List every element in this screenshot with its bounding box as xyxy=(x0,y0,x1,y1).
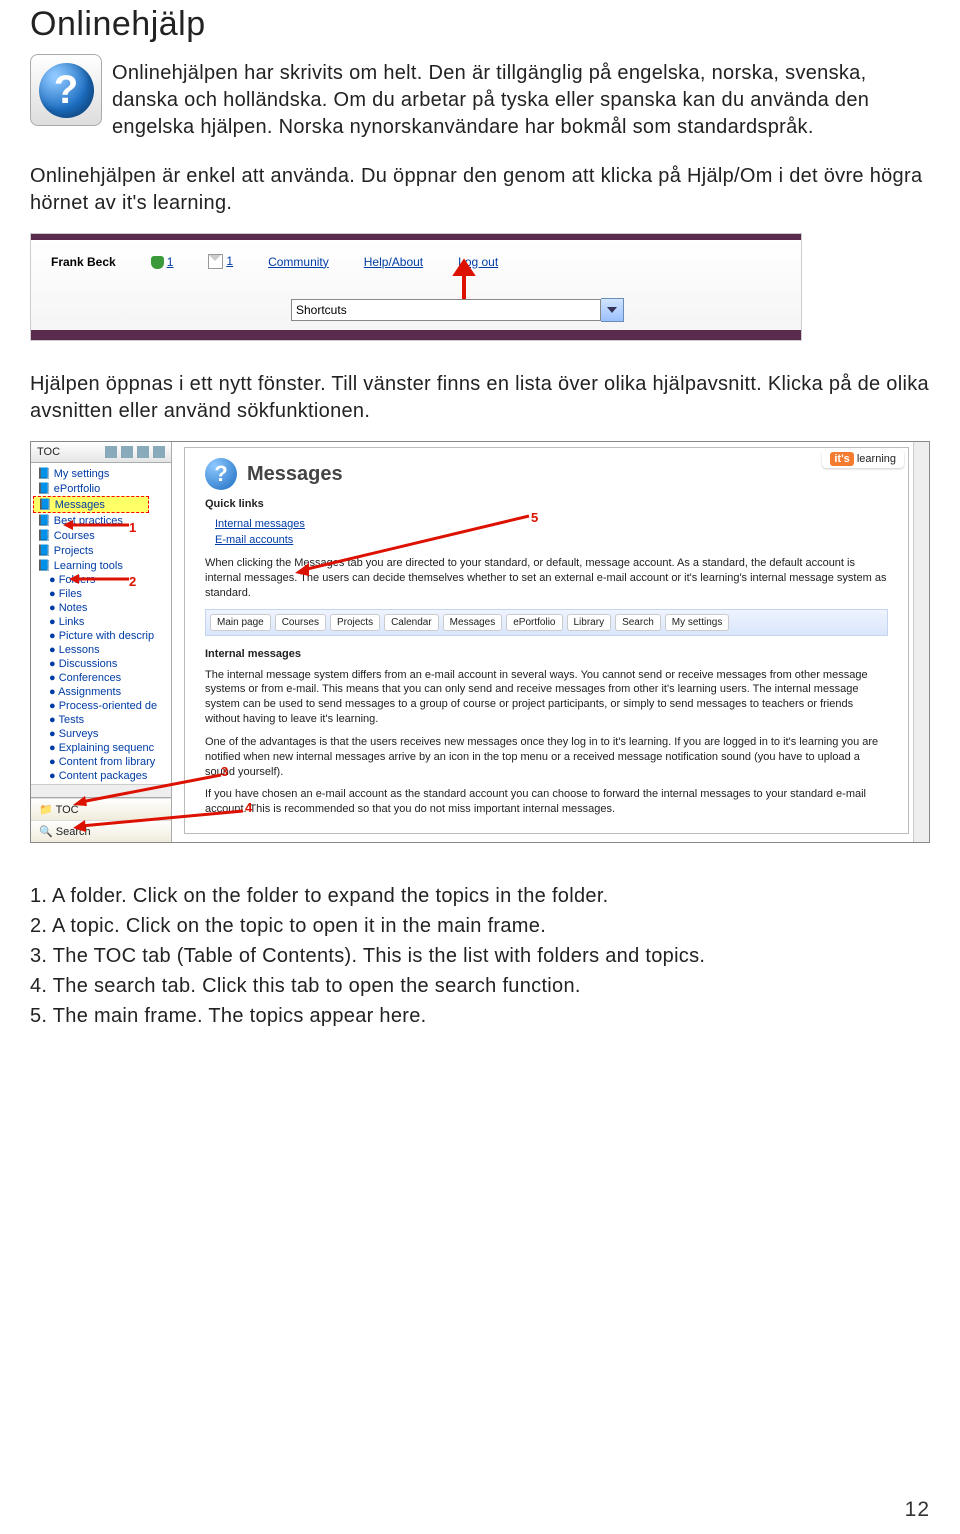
toc-item[interactable]: ● Process-oriented de xyxy=(33,699,169,713)
toc-tool-icon[interactable] xyxy=(137,446,149,458)
intro-paragraph-2: Onlinehjälpen är enkel att använda. Du ö… xyxy=(30,163,930,217)
user-name: Frank Beck xyxy=(51,255,116,269)
toc-item[interactable]: 📘 Courses xyxy=(33,528,169,543)
toc-tool-icon[interactable] xyxy=(153,446,165,458)
tabstrip: Main pageCoursesProjectsCalendarMessages… xyxy=(205,609,888,636)
content-tab[interactable]: Search xyxy=(615,614,661,631)
toc-tool-icon[interactable] xyxy=(105,446,117,458)
toc-item[interactable]: 📘 Learning tools xyxy=(33,558,169,573)
annotation-number: 4 xyxy=(245,800,252,815)
quick-links-label: Quick links xyxy=(205,498,888,510)
paragraph-3: Hjälpen öppnas i ett nytt fönster. Till … xyxy=(30,371,930,425)
section-heading: Internal messages xyxy=(205,648,888,660)
logout-link[interactable]: Log out xyxy=(458,255,498,269)
toc-item[interactable]: ● Tests xyxy=(33,713,169,727)
toc-item[interactable]: ● Files xyxy=(33,587,169,601)
person-icon xyxy=(151,256,164,269)
content-tab[interactable]: Projects xyxy=(330,614,380,631)
body-text: When clicking the Messages tab you are d… xyxy=(205,556,888,601)
toc-item[interactable]: ● Picture with descrip xyxy=(33,629,169,643)
help-icon: ? xyxy=(30,54,102,126)
search-tab[interactable]: 🔍 Search xyxy=(31,820,171,842)
annotation-number: 2 xyxy=(129,574,136,589)
toc-tool-icon[interactable] xyxy=(121,446,133,458)
toc-item[interactable]: 📘 My settings xyxy=(33,466,169,481)
toc-item[interactable]: 📘 ePortfolio xyxy=(33,481,169,496)
topbar-screenshot: Frank Beck 1 1 Community Help/About Log … xyxy=(30,233,802,341)
quick-link-email-accounts[interactable]: E-mail accounts xyxy=(215,534,293,546)
legend-item: 4. The search tab. Click this tab to ope… xyxy=(30,973,930,1000)
toc-item[interactable]: ● Explaining sequenc xyxy=(33,741,169,755)
toc-item[interactable]: ● Links xyxy=(33,615,169,629)
legend-item: 2. A topic. Click on the topic to open i… xyxy=(30,913,930,940)
annotation-number: 1 xyxy=(129,520,136,535)
horizontal-scroll-placeholder[interactable] xyxy=(31,784,171,797)
toc-item[interactable]: ● Discussions xyxy=(33,657,169,671)
content-tab[interactable]: ePortfolio xyxy=(506,614,562,631)
shortcuts-input[interactable] xyxy=(291,299,601,321)
toc-tab[interactable]: 📁 TOC xyxy=(31,798,171,820)
mail-icon xyxy=(208,254,223,269)
community-link[interactable]: Community xyxy=(268,255,329,269)
content-tab[interactable]: Main page xyxy=(210,614,271,631)
annotation-number: 5 xyxy=(531,510,538,525)
help-window-screenshot: TOC 📘 My settings📘 ePortfolio📘 Messages📘… xyxy=(30,441,930,843)
page-title: Onlinehjälp xyxy=(30,5,930,44)
toc-item[interactable]: ● Surveys xyxy=(33,727,169,741)
toc-panel: TOC 📘 My settings📘 ePortfolio📘 Messages📘… xyxy=(31,442,172,842)
body-text: One of the advantages is that the users … xyxy=(205,735,888,780)
shortcuts-dropdown-button[interactable] xyxy=(601,298,624,322)
toc-item[interactable]: 📘 Messages xyxy=(33,496,149,513)
content-tab[interactable]: Library xyxy=(567,614,612,631)
toc-item[interactable]: ● Conferences xyxy=(33,671,169,685)
body-text: The internal message system differs from… xyxy=(205,668,888,727)
content-tab[interactable]: Calendar xyxy=(384,614,439,631)
help-topic-icon: ? xyxy=(205,458,237,490)
help-about-link[interactable]: Help/About xyxy=(364,255,423,269)
legend: 1. A folder. Click on the folder to expa… xyxy=(30,883,930,1030)
toc-item[interactable]: ● Content packages xyxy=(33,769,169,783)
intro-paragraph-1: Onlinehjälpen har skrivits om helt. Den … xyxy=(112,60,930,141)
toc-item[interactable]: 📘 Best practices xyxy=(33,513,169,528)
toc-item[interactable]: 📘 Projects xyxy=(33,543,169,558)
content-panel: it's learning ? Messages Quick links Int… xyxy=(172,442,929,842)
content-tab[interactable]: Courses xyxy=(275,614,326,631)
toc-header-label: TOC xyxy=(37,446,60,458)
toc-item[interactable]: ● Notes xyxy=(33,601,169,615)
content-tab[interactable]: Messages xyxy=(443,614,503,631)
toc-item[interactable]: ● Content from library xyxy=(33,755,169,769)
quick-link-internal-messages[interactable]: Internal messages xyxy=(215,518,305,530)
messages-heading: Messages xyxy=(247,463,343,486)
annotation-number: 3 xyxy=(221,764,228,779)
toc-item[interactable]: ● Folders xyxy=(33,573,169,587)
content-tab[interactable]: My settings xyxy=(665,614,730,631)
toc-list[interactable]: 📘 My settings📘 ePortfolio📘 Messages📘 Bes… xyxy=(31,463,171,784)
legend-item: 3. The TOC tab (Table of Contents). This… xyxy=(30,943,930,970)
legend-item: 5. The main frame. The topics appear her… xyxy=(30,1003,930,1030)
body-text: If you have chosen an e-mail account as … xyxy=(205,787,888,817)
toc-item[interactable]: ● Lessons xyxy=(33,643,169,657)
notif-mail[interactable]: 1 xyxy=(208,254,233,269)
toc-item[interactable]: ● Assignments xyxy=(33,685,169,699)
page-number: 12 xyxy=(905,1498,930,1522)
legend-item: 1. A folder. Click on the folder to expa… xyxy=(30,883,930,910)
vertical-scrollbar[interactable] xyxy=(913,442,929,842)
notif1[interactable]: 1 xyxy=(151,255,174,269)
